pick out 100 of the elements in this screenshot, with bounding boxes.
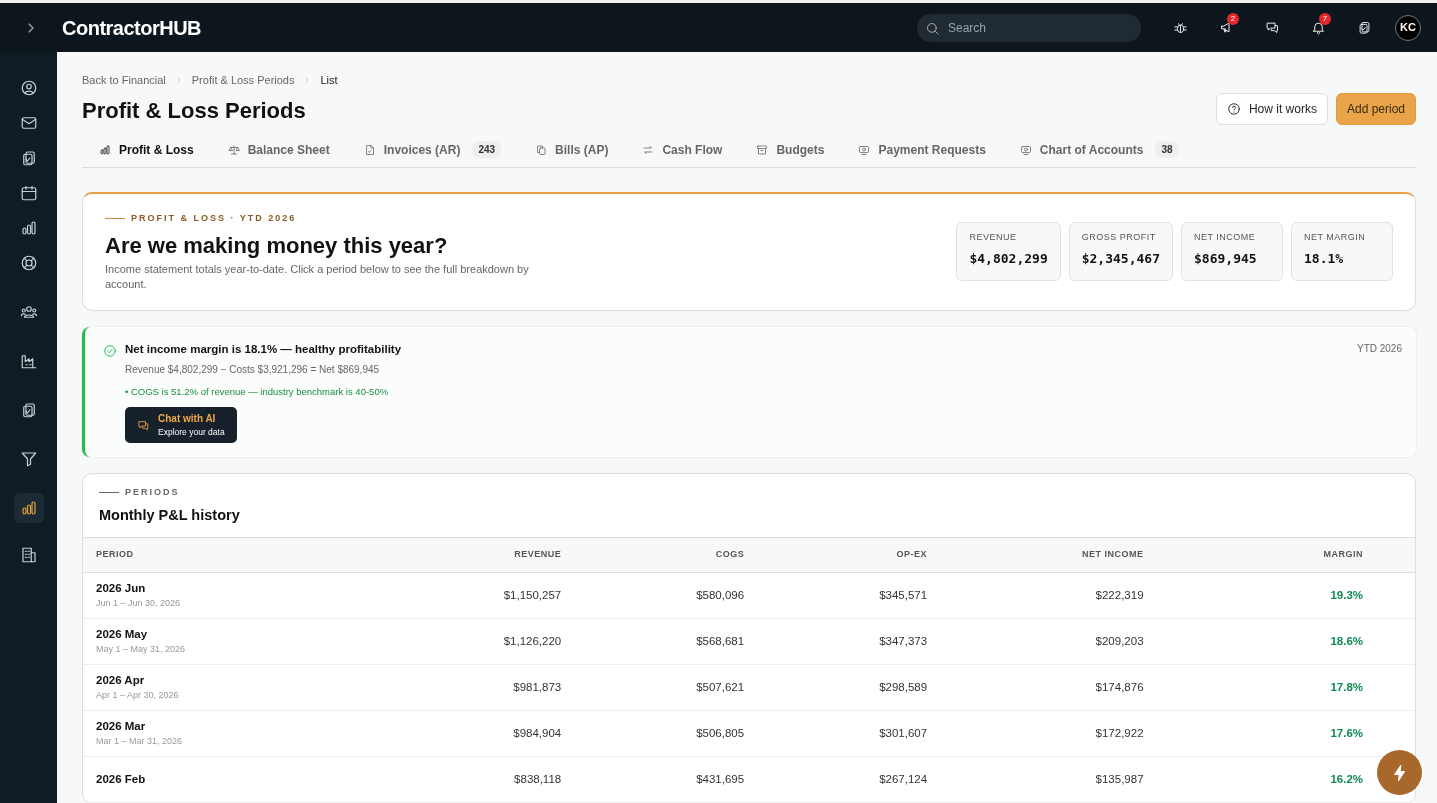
period-name[interactable]: 2026 May [96, 625, 355, 644]
table-cell: $1,150,257 [367, 572, 575, 619]
stat-label: REVENUE [969, 231, 1018, 245]
column-header: REVENUE [367, 537, 575, 573]
period-dates: Mar 1 – Mar 31, 2026 [96, 735, 184, 749]
lifebuoy-icon [19, 254, 38, 272]
breadcrumb-link[interactable]: Profit & Loss Periods [191, 72, 295, 89]
tab[interactable]: Balance Sheet [227, 132, 330, 167]
margin-cell: 17.8% [1156, 664, 1415, 711]
period-dates: Jun 1 – Jun 30, 2026 [96, 597, 182, 611]
bar-chart-icon [19, 499, 38, 517]
tab[interactable]: Bills (AP) [535, 132, 609, 167]
logo: ContractorHUB [62, 15, 202, 41]
column-header: NET INCOME [940, 537, 1157, 573]
chat-icon [1264, 20, 1280, 35]
banknote-icon [1019, 143, 1032, 156]
margin-cell: 18.6% [1156, 618, 1415, 665]
table-cell: $838,118 [367, 756, 575, 803]
sidebar-item[interactable] [13, 493, 44, 523]
count-badge: 2 [1227, 12, 1239, 25]
eyebrow-label: PROFIT & LOSS · YTD 2026 [105, 211, 565, 225]
tab[interactable]: Budgets [756, 132, 825, 167]
table-cell: $1,126,220 [367, 618, 575, 665]
table-cell: $135,987 [940, 756, 1157, 803]
bug-icon [1172, 20, 1188, 35]
table-cell: $984,904 [367, 710, 575, 757]
insight-note: • COGS is 51.2% of revenue — industry benchmark is 40-50% [125, 384, 390, 399]
table-cell: $174,876 [940, 664, 1157, 711]
help-button[interactable]: How it works [1215, 92, 1328, 125]
group-icon [19, 303, 38, 321]
table-cell: $506,805 [574, 710, 758, 757]
stat-value: $869,945 [1194, 249, 1258, 268]
period-label: YTD 2026 [1356, 341, 1402, 356]
chat-icon [137, 418, 150, 432]
table-cell: $580,096 [574, 572, 758, 619]
clipboard-icon [1356, 20, 1372, 35]
period-name[interactable]: 2026 Jun [96, 579, 355, 598]
breadcrumb-current: List [320, 73, 338, 88]
stat-label: NET MARGIN [1304, 231, 1367, 245]
summary-title: Are we making money this year? [105, 232, 449, 260]
bell-button[interactable]: 7 [1303, 12, 1333, 43]
breadcrumb-link[interactable]: Back to Financial [82, 72, 166, 89]
table-cell: $298,589 [757, 664, 941, 711]
column-header: MARGIN [1156, 537, 1415, 573]
table-cell: $981,873 [367, 664, 575, 711]
copy-icon [535, 143, 548, 156]
user-icon [19, 79, 38, 97]
tab[interactable]: Invoices (AR) 243 [363, 132, 502, 167]
column-header: COGS [574, 537, 758, 573]
table-cell: $568,681 [574, 618, 758, 665]
avatar[interactable]: KC [1395, 14, 1421, 41]
tab[interactable]: Payment Requests [858, 132, 986, 167]
table-cell: $345,571 [757, 572, 941, 619]
bar-chart-icon [99, 143, 111, 156]
period-dates: Apr 1 – Apr 30, 2026 [96, 689, 180, 703]
chat-button[interactable]: Chat with AI Explore your data [125, 407, 237, 443]
summary-description: Income statement totals year-to-date. Click a period below to see the full breakdown by account. [105, 262, 530, 292]
eyebrow-label: PERIODS [99, 485, 1399, 500]
period-dates: May 1 – May 31, 2026 [96, 643, 187, 657]
mail-icon [19, 114, 38, 132]
count-badge: 7 [1319, 12, 1331, 25]
period-name[interactable]: 2026 Apr [96, 671, 355, 690]
scale-icon [227, 143, 240, 156]
table-cell: $267,124 [757, 756, 941, 803]
period-name[interactable]: 2026 Feb [96, 770, 355, 788]
table-cell: $209,203 [940, 618, 1157, 665]
insight-detail: Revenue $4,802,299 − Costs $3,921,296 = Net $869,945 [125, 362, 381, 377]
table-cell: $222,319 [940, 572, 1157, 619]
table-cell: $347,373 [757, 618, 941, 665]
search-field[interactable]: Search [917, 13, 1141, 42]
banknote-icon [858, 143, 871, 156]
table-cell: $172,922 [940, 710, 1157, 757]
stat-value: 18.1% [1304, 249, 1345, 268]
count-badge: 243 [472, 141, 502, 158]
tab[interactable]: Profit & Loss [99, 132, 194, 167]
stat-label: GROSS PROFIT [1081, 231, 1157, 245]
help-icon [1226, 101, 1241, 116]
bell-icon [1310, 20, 1326, 35]
building-icon [19, 546, 38, 564]
bar-chart-icon [19, 219, 38, 237]
box-icon [756, 143, 769, 156]
filter-icon [19, 450, 38, 468]
arrows-icon [642, 143, 655, 156]
calendar-icon [19, 184, 38, 202]
add-button[interactable]: Add period [1335, 92, 1416, 125]
tab[interactable]: Cash Flow [642, 132, 723, 167]
margin-cell: 19.3% [1156, 572, 1415, 619]
stat-value: $2,345,467 [1081, 249, 1160, 268]
stat-label: NET INCOME [1194, 231, 1257, 245]
table-cell: $507,621 [574, 664, 758, 711]
stat-value: $4,802,299 [969, 249, 1048, 268]
column-header: PERIOD [83, 537, 368, 573]
tab[interactable]: Chart of Accounts 38 [1019, 132, 1179, 167]
megaphone-button[interactable]: 2 [1211, 12, 1241, 43]
table-cell: $431,695 [574, 756, 758, 803]
period-name[interactable]: 2026 Mar [96, 717, 355, 736]
table-cell: $301,607 [757, 710, 941, 757]
section-title: Monthly P&L history [99, 506, 241, 526]
document-icon [363, 143, 376, 156]
page-title: Profit & Loss Periods [82, 98, 306, 125]
